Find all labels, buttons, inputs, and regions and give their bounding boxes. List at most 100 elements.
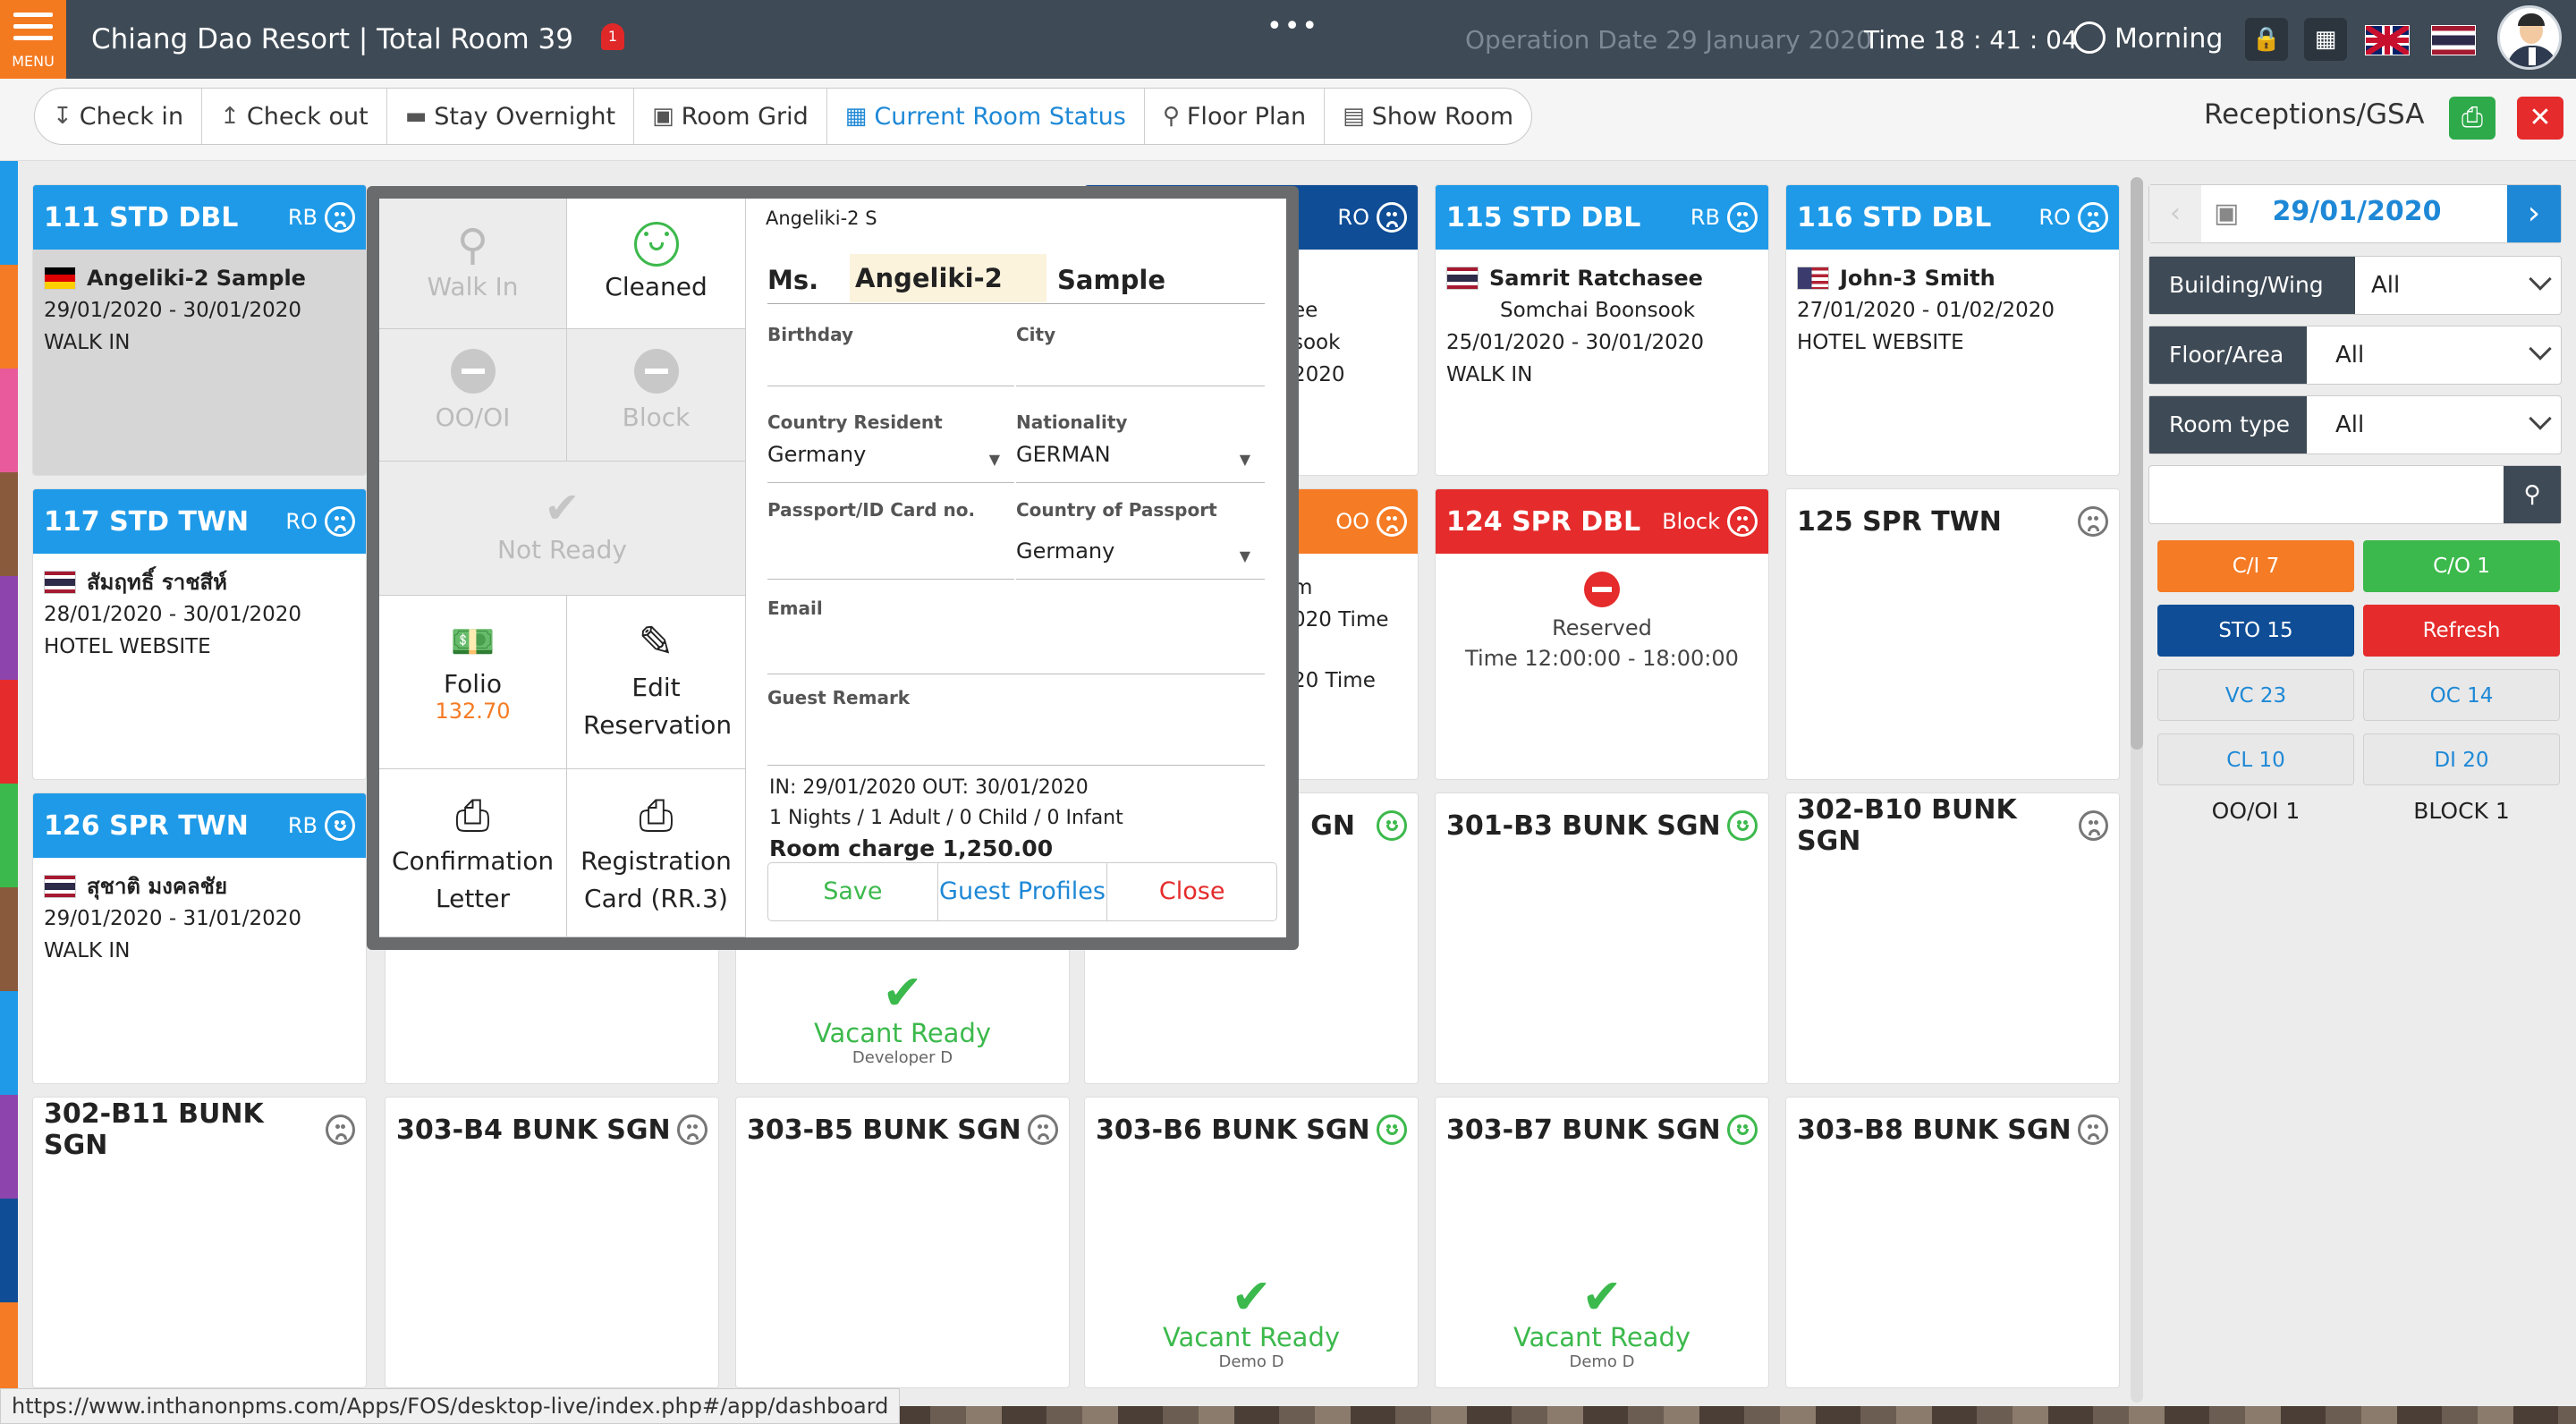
close-button[interactable]: Close [1107, 863, 1276, 920]
tab-room-grid[interactable]: ▣ Room Grid [634, 89, 827, 144]
room-type-select[interactable]: Room type All [2148, 395, 2562, 454]
room-card-124[interactable]: 124 SPR DBL Block Reserved Time 12:00:00 … [1435, 488, 1769, 780]
room-card-303-b4[interactable]: 303-B4 BUNK SGN [385, 1097, 719, 1388]
country-of-passport-select[interactable]: Country of Passport Germany ▼ [1016, 499, 1265, 580]
sad-face-icon [325, 506, 355, 537]
room-card-302-b11[interactable]: 302-B11 BUNK SGN [32, 1097, 367, 1388]
room-card-301-b3[interactable]: 301-B3 BUNK SGN [1435, 793, 1769, 1084]
dropdown-arrow-icon: ▼ [1239, 547, 1250, 564]
menu-button[interactable]: MENU [0, 0, 66, 79]
prev-date-icon[interactable]: ‹ [2149, 185, 2201, 242]
refresh-button[interactable]: Refresh [2363, 605, 2560, 657]
close-icon[interactable]: ✕ [2517, 97, 2563, 140]
guest-name: Samrit Ratchasee [1489, 266, 1703, 291]
room-card-303-b8[interactable]: 303-B8 BUNK SGN [1785, 1097, 2120, 1388]
tab-show-room[interactable]: ▤ Show Room [1325, 89, 1531, 144]
birthday-field[interactable]: Birthday [767, 324, 1014, 386]
room-card-125[interactable]: 125 SPR TWN [1785, 488, 2120, 780]
hotel-title: Chiang Dao Resort | Total Room 39 [91, 23, 573, 55]
country-resident-select[interactable]: Country Resident Germany ▼ [767, 411, 1014, 483]
building-wing-select[interactable]: Building/Wing All [2148, 256, 2562, 315]
oo-oi-button[interactable]: OO/OI [379, 329, 567, 462]
search-input[interactable] [2149, 466, 2504, 523]
walk-in-button[interactable]: ⚲ Walk In [379, 199, 567, 329]
check-out-count-button[interactable]: C/O 1 [2363, 540, 2560, 592]
not-ready-button[interactable]: ✔ Not Ready [379, 462, 746, 596]
board-type: RO [1337, 205, 1369, 230]
stay-dates: 25/01/2020 - 30/01/2020 [1446, 331, 1705, 354]
room-card-303-b6[interactable]: 303-B6 BUNK SGN ✔ Vacant Ready Demo D [1084, 1097, 1419, 1388]
floor-area-select[interactable]: Floor/Area All [2148, 326, 2562, 385]
nationality-select[interactable]: Nationality GERMAN ▼ [1016, 411, 1265, 483]
clean-count-button[interactable]: CL 10 [2157, 733, 2354, 785]
thailand-flag-icon [44, 571, 76, 594]
room-card-115[interactable]: 115 STD DBL RB Samrit Ratchasee Somchai B… [1435, 184, 1769, 476]
chevron-down-icon [2529, 267, 2552, 291]
board-type: RO [2038, 205, 2071, 230]
registration-card-button[interactable]: ⎙ Registration Card (RR.3) [567, 769, 746, 937]
passport-field[interactable]: Passport/ID Card no. [767, 499, 1014, 580]
search-icon[interactable]: ⚲ [2504, 466, 2561, 523]
booking-source: WALK IN [44, 331, 131, 354]
email-field[interactable]: Email [767, 598, 1265, 674]
edit-reservation-button[interactable]: ✎ Edit Reservation [567, 596, 746, 769]
stay-dates: 29/01/2020 - 30/01/2020 [44, 299, 302, 322]
field-label: Passport/ID Card no. [767, 499, 976, 521]
room-card-302-b10[interactable]: 302-B10 BUNK SGN [1785, 793, 2120, 1084]
room-card-303-b5[interactable]: 303-B5 BUNK SGN [735, 1097, 1070, 1388]
date-picker[interactable]: ‹ ▣ 29/01/2020 › [2148, 184, 2562, 243]
print-button[interactable]: ⎙ [2449, 97, 2496, 140]
vacant-ready-status: ✔ Vacant Ready Demo D [1085, 1272, 1418, 1372]
next-date-icon[interactable]: › [2507, 185, 2561, 242]
browser-status-url: https://www.inthanonpms.com/Apps/FOS/des… [0, 1388, 901, 1424]
block-button[interactable]: Block [567, 329, 746, 462]
tab-check-out[interactable]: ↥ Check out [202, 89, 387, 144]
room-card-126[interactable]: 126 SPR TWN RB สุชาติ มงคลชัย 29/01/2020 … [32, 793, 367, 1084]
stay-over-count-button[interactable]: STO 15 [2157, 605, 2354, 657]
lock-icon[interactable]: 🔒 [2245, 18, 2288, 61]
guest-profiles-button[interactable]: Guest Profiles [938, 863, 1108, 920]
popup-actions: Save Guest Profiles Close [767, 862, 1277, 921]
room-card-116[interactable]: 116 STD DBL RO John-3 Smith 27/01/2020 - … [1785, 184, 2120, 476]
booking-source: WALK IN [1446, 363, 1533, 386]
room-card-117[interactable]: 117 STD TWN RO สัมฤทธิ์ ราชสีห์ 28/01/202… [32, 488, 367, 780]
occupied-clean-button[interactable]: OC 14 [2363, 669, 2560, 721]
guest-name: John-3 Smith [1840, 266, 1996, 291]
last-name-field[interactable]: Sample [1057, 265, 1165, 295]
room-card-111[interactable]: 111 STD DBL RB Angeliki-2 Sample 29/01/20… [32, 184, 367, 476]
guest-short-name: Angeliki-2 S [766, 208, 877, 229]
filter-value: All [2371, 272, 2401, 299]
text-fragment: ee [1292, 299, 1318, 322]
notification-bell-icon[interactable]: 1 [601, 23, 624, 50]
dirty-count-button[interactable]: DI 20 [2363, 733, 2560, 785]
english-flag-icon[interactable] [2365, 25, 2410, 55]
tab-current-room-status[interactable]: ▦ Current Room Status [827, 89, 1145, 144]
cleaned-button[interactable]: Cleaned [567, 199, 746, 329]
vacant-clean-button[interactable]: VC 23 [2157, 669, 2354, 721]
thai-flag-icon[interactable] [2431, 25, 2476, 55]
grid-scrollbar[interactable] [2131, 177, 2143, 1403]
guest-remark-field[interactable]: Guest Remark [767, 687, 1265, 766]
guest-name: Angeliki-2 Sample [87, 266, 306, 291]
bed-icon: ▬ [404, 103, 428, 130]
folio-button[interactable]: 💵 Folio 132.70 [379, 596, 567, 769]
printer-icon: ⎙ [639, 791, 674, 841]
board-type: RB [287, 205, 318, 230]
first-name-field[interactable]: Angeliki-2 [850, 254, 1046, 302]
more-options-icon[interactable]: ••• [1267, 11, 1319, 42]
save-button[interactable]: Save [768, 863, 938, 920]
edit-reservation-label: Edit Reservation [583, 673, 733, 740]
tab-check-in[interactable]: ↧ Check in [35, 89, 203, 144]
confirmation-letter-button[interactable]: ⎙ Confirmation Letter [379, 769, 567, 937]
room-card-303-b7[interactable]: 303-B7 BUNK SGN ✔ Vacant Ready Demo D [1435, 1097, 1769, 1388]
block-label: Block [622, 403, 691, 432]
user-avatar[interactable] [2497, 5, 2562, 70]
salutation[interactable]: Ms. [767, 265, 818, 295]
tab-stay-overnight[interactable]: ▬ Stay Overnight [387, 89, 635, 144]
stay-dates: 27/01/2020 - 01/02/2020 [1797, 299, 2055, 322]
room-title: 115 STD DBL [1446, 201, 1641, 233]
tab-floor-plan[interactable]: ⚲ Floor Plan [1145, 89, 1326, 144]
city-field[interactable]: City [1016, 324, 1265, 386]
calculator-icon[interactable]: ▦ [2304, 18, 2347, 61]
check-in-count-button[interactable]: C/I 7 [2157, 540, 2354, 592]
